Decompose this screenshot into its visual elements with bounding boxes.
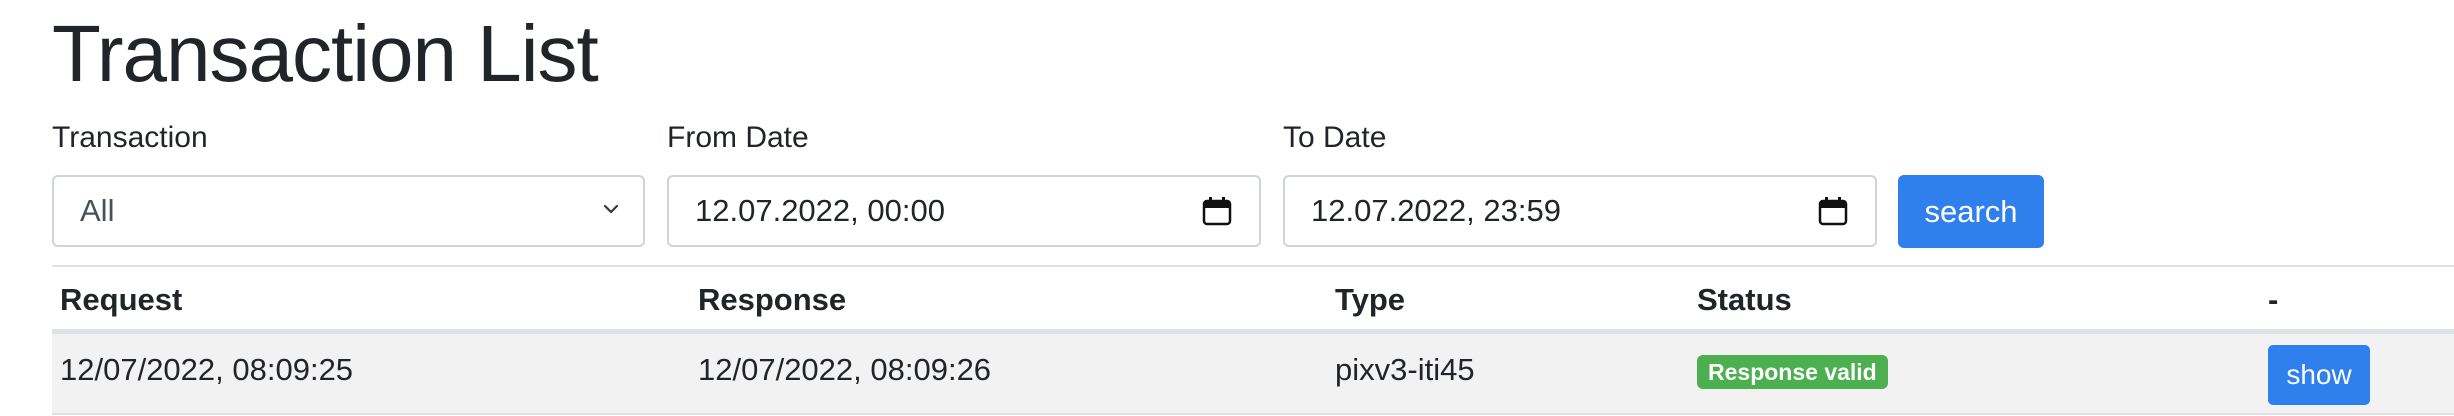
search-button[interactable]: search	[1898, 175, 2044, 248]
to-date-label: To Date	[1283, 121, 1387, 154]
status-badge: Response valid	[1697, 355, 1888, 389]
table-row	[52, 334, 2454, 415]
column-header-response: Response	[698, 282, 847, 317]
to-date-input[interactable]: 12.07.2022, 23:59	[1283, 175, 1877, 247]
from-date-value: 12.07.2022, 00:00	[695, 193, 945, 228]
column-header-status: Status	[1697, 282, 1792, 317]
table-top-divider	[52, 265, 2454, 267]
cell-request-time: 12/07/2022, 08:09:25	[60, 352, 354, 387]
to-date-value: 12.07.2022, 23:59	[1311, 193, 1561, 228]
column-header-request: Request	[60, 282, 183, 317]
chevron-down-icon	[603, 204, 619, 214]
from-date-label: From Date	[667, 121, 809, 154]
page-title: Transaction List	[52, 9, 599, 98]
from-date-input[interactable]: 12.07.2022, 00:00	[667, 175, 1261, 247]
transaction-select-value: All	[80, 193, 115, 228]
cell-type: pixv3-iti45	[1335, 352, 1475, 387]
column-header-actions: -	[2268, 282, 2279, 317]
show-button[interactable]: show	[2268, 345, 2370, 405]
calendar-icon[interactable]	[1201, 195, 1233, 227]
cell-response-time: 12/07/2022, 08:09:26	[698, 352, 992, 387]
transaction-select[interactable]: All	[52, 175, 645, 247]
transaction-label: Transaction	[52, 121, 208, 154]
calendar-icon[interactable]	[1817, 195, 1849, 227]
column-header-type: Type	[1335, 282, 1406, 317]
